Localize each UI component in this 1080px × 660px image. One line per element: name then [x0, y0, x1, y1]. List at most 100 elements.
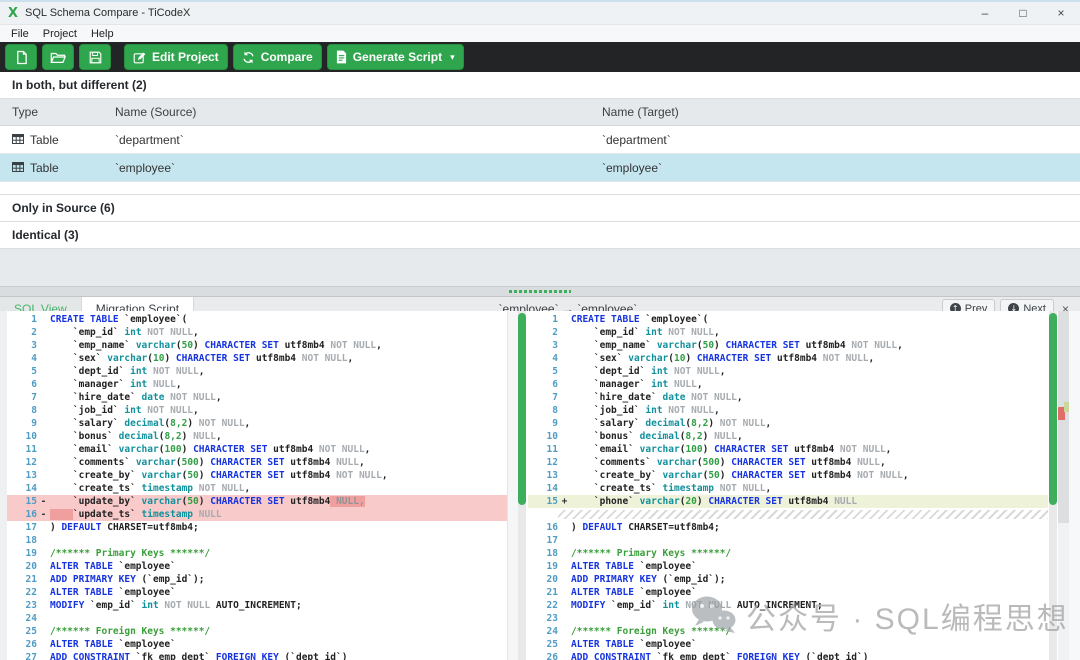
- code-line: 18/****** Primary Keys ******/: [528, 547, 1048, 560]
- code-text: [50, 612, 508, 625]
- line-number: 3: [528, 339, 558, 352]
- code-text: ) DEFAULT CHARSET=utf8mb4;: [50, 521, 508, 534]
- line-number: 14: [7, 482, 37, 495]
- line-number: 20: [7, 560, 37, 573]
- generate-script-label: Generate Script: [353, 50, 442, 64]
- section-label: In both, but different (2): [12, 78, 147, 92]
- column-name-source[interactable]: Name (Source): [115, 105, 602, 119]
- diff-sign: [37, 365, 50, 378]
- diff-sign: [37, 313, 50, 326]
- line-number: 8: [528, 404, 558, 417]
- window-title: SQL Schema Compare - TiCodeX: [25, 7, 190, 19]
- diff-sign: [558, 625, 571, 638]
- menu-help[interactable]: Help: [84, 28, 121, 40]
- code-line: 8 `job_id` int NOT NULL,: [528, 404, 1048, 417]
- target-sql-editor[interactable]: 1CREATE TABLE `employee`(2 `emp_id` int …: [528, 313, 1048, 660]
- splitter-grip-icon[interactable]: [509, 290, 571, 293]
- diff-sign: [558, 365, 571, 378]
- diff-sign: [37, 417, 50, 430]
- table-row[interactable]: Table`department``department`: [0, 126, 1080, 154]
- line-number: 12: [528, 456, 558, 469]
- section-in-both-different[interactable]: In both, but different (2): [0, 72, 1080, 99]
- new-project-button[interactable]: [5, 44, 37, 70]
- diff-sign: [37, 469, 50, 482]
- code-line: 27ADD CONSTRAINT `fk_emp_dept` FOREIGN K…: [7, 651, 508, 660]
- scrollbar-thumb[interactable]: [518, 313, 526, 505]
- diff-sign: [37, 586, 50, 599]
- code-text: `manager` int NULL,: [50, 378, 508, 391]
- code-text: `dept_id` int NOT NULL,: [50, 365, 508, 378]
- edit-project-button[interactable]: Edit Project: [124, 44, 228, 70]
- diff-sign: [558, 599, 571, 612]
- code-line: 24: [7, 612, 508, 625]
- code-text: ALTER TABLE `employee`: [571, 586, 1048, 599]
- diff-sign: [558, 612, 571, 625]
- diff-overview-ruler[interactable]: [1058, 311, 1069, 523]
- diff-filler-row: [558, 510, 1048, 519]
- code-line: 10 `bonus` decimal(8,2) NULL,: [7, 430, 508, 443]
- code-line: 16) DEFAULT CHARSET=utf8mb4;: [528, 521, 1048, 534]
- toolbar: Edit Project Compare Generate Script ▾: [0, 42, 1080, 72]
- open-project-button[interactable]: [42, 44, 74, 70]
- code-line: 21ADD PRIMARY KEY (`emp_id`);: [7, 573, 508, 586]
- code-text: `email` varchar(100) CHARACTER SET utf8m…: [571, 443, 1048, 456]
- line-number: 11: [528, 443, 558, 456]
- menu-project[interactable]: Project: [36, 28, 84, 40]
- code-text: `create_ts` timestamp NOT NULL,: [50, 482, 508, 495]
- line-number: 26: [528, 651, 558, 660]
- scrollbar-thumb[interactable]: [1049, 313, 1057, 505]
- table-row[interactable]: Table`employee``employee`: [0, 154, 1080, 182]
- column-name-target[interactable]: Name (Target): [602, 105, 1080, 119]
- diff-sign: [558, 417, 571, 430]
- new-file-icon: [15, 50, 28, 65]
- diff-sign: -: [37, 508, 50, 521]
- maximize-button[interactable]: □: [1004, 2, 1042, 24]
- line-number: 6: [528, 378, 558, 391]
- diff-sign: [37, 573, 50, 586]
- right-panel-scrollbar[interactable]: [1049, 311, 1057, 660]
- code-line: 13 `create_by` varchar(50) CHARACTER SET…: [7, 469, 508, 482]
- diff-sign: [37, 352, 50, 365]
- save-project-button[interactable]: [79, 44, 111, 70]
- code-line: 15+ `phone` varchar(20) CHARACTER SET ut…: [528, 495, 1048, 508]
- code-text: `salary` decimal(8,2) NOT NULL,: [50, 417, 508, 430]
- code-text: `salary` decimal(8,2) NOT NULL,: [571, 417, 1048, 430]
- menu-file[interactable]: File: [4, 28, 36, 40]
- app-window: { "window": { "title": "SQL Schema Compa…: [0, 0, 1080, 660]
- grid-column-header: Type Name (Source) Name (Target): [0, 99, 1080, 126]
- minimize-button[interactable]: –: [966, 2, 1004, 24]
- diff-sign: [37, 560, 50, 573]
- code-text: `job_id` int NOT NULL,: [571, 404, 1048, 417]
- code-line: 22ALTER TABLE `employee`: [7, 586, 508, 599]
- code-text: CREATE TABLE `employee`(: [50, 313, 508, 326]
- column-type[interactable]: Type: [0, 105, 115, 119]
- grid-rows: Table`department``department`Table`emplo…: [0, 126, 1080, 182]
- compare-button[interactable]: Compare: [233, 44, 322, 70]
- line-number: 5: [7, 365, 37, 378]
- code-line: 9 `salary` decimal(8,2) NOT NULL,: [7, 417, 508, 430]
- code-line: 6 `manager` int NULL,: [7, 378, 508, 391]
- line-number: 24: [7, 612, 37, 625]
- section-label: Identical (3): [12, 228, 79, 242]
- line-number: 22: [528, 599, 558, 612]
- line-number: 6: [7, 378, 37, 391]
- code-line: 5 `dept_id` int NOT NULL,: [7, 365, 508, 378]
- line-number: 25: [7, 625, 37, 638]
- code-line: 17: [528, 534, 1048, 547]
- code-line: 19ALTER TABLE `employee`: [528, 560, 1048, 573]
- diff-sign: [37, 430, 50, 443]
- section-identical[interactable]: Identical (3): [0, 222, 1080, 249]
- line-number: 2: [528, 326, 558, 339]
- source-sql-editor[interactable]: 1CREATE TABLE `employee`(2 `emp_id` int …: [7, 313, 508, 660]
- close-button[interactable]: ×: [1042, 2, 1080, 24]
- section-only-in-source[interactable]: Only in Source (6): [0, 195, 1080, 222]
- code-text: /****** Primary Keys ******/: [571, 547, 1048, 560]
- diff-sign: [37, 391, 50, 404]
- code-line: 11 `email` varchar(100) CHARACTER SET ut…: [7, 443, 508, 456]
- horizontal-splitter[interactable]: [0, 286, 1080, 297]
- generate-script-button[interactable]: Generate Script ▾: [327, 44, 464, 70]
- diff-sign: [558, 469, 571, 482]
- save-icon: [89, 51, 102, 64]
- left-panel-scrollbar[interactable]: [518, 311, 526, 660]
- code-text: ADD PRIMARY KEY (`emp_id`);: [50, 573, 508, 586]
